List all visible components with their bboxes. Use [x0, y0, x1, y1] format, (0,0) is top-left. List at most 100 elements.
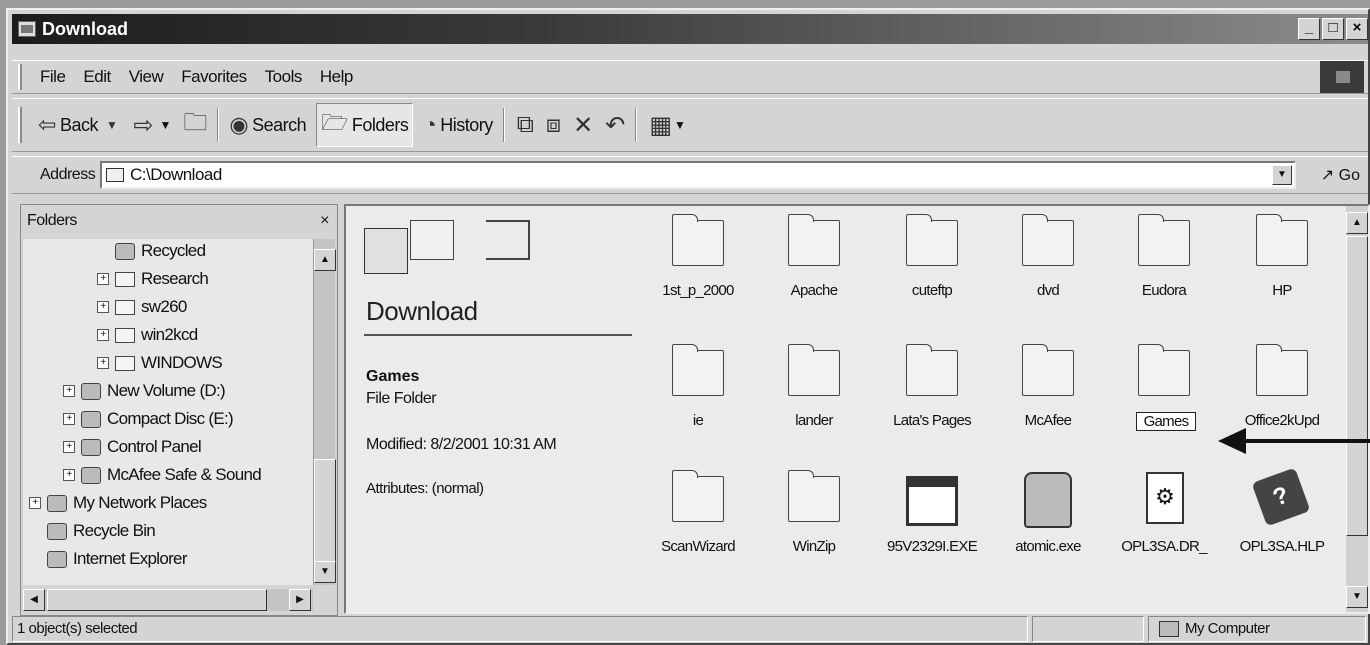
history-button[interactable]: ◔ History [423, 112, 493, 138]
tree-item[interactable]: + win2kcd [97, 325, 198, 345]
file-label[interactable]: Eudora [1108, 282, 1220, 299]
file-item[interactable]: 95V2329I.EXE [876, 468, 988, 578]
tree-item[interactable]: + Compact Disc (E:) [63, 409, 234, 429]
file-item[interactable]: Eudora [1108, 212, 1220, 322]
folder-window-icon[interactable] [18, 21, 36, 37]
minimize-button[interactable]: _ [1298, 18, 1320, 40]
maximize-button[interactable]: □ [1322, 18, 1344, 40]
file-label[interactable]: 1st_p_2000 [642, 282, 754, 299]
tree-item[interactable]: + WINDOWS [97, 353, 223, 373]
folders-button[interactable]: 🗁 Folders [316, 103, 414, 147]
tree-item[interactable]: + Control Panel [63, 437, 202, 457]
expand-icon[interactable]: + [63, 385, 75, 397]
menu-favorites[interactable]: Favorites [181, 67, 247, 87]
expand-icon[interactable]: + [63, 413, 75, 425]
file-view-scrollbar[interactable]: ▲ ▼ [1346, 206, 1368, 612]
undo-icon[interactable]: ↶ [605, 111, 625, 140]
file-item[interactable]: lander [758, 342, 870, 452]
file-item[interactable]: McAfee [992, 342, 1104, 452]
go-button[interactable]: ↗ Go [1321, 165, 1360, 185]
file-label[interactable]: dvd [992, 282, 1104, 299]
file-label[interactable]: ie [642, 412, 754, 429]
file-label[interactable]: McAfee [992, 412, 1104, 429]
delete-icon[interactable]: ✕ [573, 111, 593, 140]
file-item[interactable]: ie [642, 342, 754, 452]
menu-edit[interactable]: Edit [83, 67, 111, 87]
expand-icon[interactable]: + [63, 441, 75, 453]
search-button[interactable]: ◉ Search [229, 112, 306, 138]
file-label[interactable]: Lata's Pages [876, 412, 988, 429]
address-dropdown-icon[interactable]: ▼ [1272, 165, 1292, 185]
file-item-selected[interactable]: Games [1108, 342, 1220, 452]
tree-item[interactable]: Recycle Bin [47, 521, 156, 541]
file-item[interactable]: WinZip [758, 468, 870, 578]
file-label[interactable]: HP [1226, 282, 1338, 299]
views-dropdown-icon[interactable]: ▼ [674, 118, 686, 132]
file-label[interactable]: OPL3SA.DR_ [1108, 538, 1220, 555]
file-item[interactable]: atomic.exe [992, 468, 1104, 578]
file-label[interactable]: WinZip [758, 538, 870, 555]
scroll-up-icon[interactable]: ▲ [1346, 212, 1368, 234]
tree-item[interactable]: + Research [97, 269, 209, 289]
expand-icon[interactable]: + [29, 497, 41, 509]
file-item[interactable]: ScanWizard [642, 468, 754, 578]
file-label[interactable]: ScanWizard [642, 538, 754, 555]
back-button[interactable]: ⇦ Back ▼ [38, 112, 121, 138]
address-value[interactable]: C:\Download [130, 165, 222, 185]
folders-horizontal-scrollbar[interactable]: ◀ ▶ [23, 589, 313, 611]
file-label[interactable]: Games [1136, 412, 1196, 431]
tree-item[interactable]: Internet Explorer [47, 549, 187, 569]
folders-vertical-scrollbar[interactable]: ▲ ▼ [313, 239, 336, 585]
file-label[interactable]: atomic.exe [992, 538, 1104, 555]
menu-view[interactable]: View [129, 67, 164, 87]
file-item[interactable]: ? OPL3SA.HLP [1226, 467, 1338, 578]
tree-item[interactable]: + New Volume (D:) [63, 381, 226, 401]
file-label[interactable]: Apache [758, 282, 870, 299]
file-item[interactable]: dvd [992, 212, 1104, 322]
scroll-thumb[interactable] [47, 589, 267, 611]
forward-arrow-icon[interactable]: ⇨ [133, 111, 153, 140]
expand-icon[interactable]: + [97, 273, 109, 285]
file-label[interactable]: Office2kUpd [1226, 412, 1338, 429]
menu-help[interactable]: Help [320, 67, 353, 87]
tree-item[interactable]: + McAfee Safe & Sound [63, 465, 262, 485]
scroll-right-icon[interactable]: ▶ [289, 589, 311, 611]
expand-icon[interactable]: + [97, 357, 109, 369]
toolbar-grip[interactable] [18, 107, 22, 143]
copy-to-icon[interactable]: ⧈ [546, 111, 561, 139]
file-item[interactable]: cuteftp [876, 212, 988, 322]
menu-file[interactable]: File [40, 67, 66, 87]
file-item[interactable]: HP [1226, 212, 1338, 322]
scroll-left-icon[interactable]: ◀ [23, 589, 45, 611]
file-item[interactable]: Apache [758, 212, 870, 322]
menu-grip[interactable] [18, 64, 22, 90]
dropdown-arrow-icon[interactable]: ▼ [106, 118, 118, 132]
scroll-down-icon[interactable]: ▼ [1346, 586, 1368, 608]
file-label[interactable]: lander [758, 412, 870, 429]
address-field[interactable]: C:\Download ▼ [100, 161, 1296, 189]
up-folder-icon[interactable]: 🗀 [183, 105, 207, 146]
views-icon[interactable]: ▦ [649, 111, 672, 140]
file-label[interactable]: OPL3SA.HLP [1226, 538, 1338, 555]
scroll-thumb[interactable] [314, 459, 336, 575]
tree-item[interactable]: Recycled [115, 241, 206, 261]
tree-item[interactable]: + sw260 [97, 297, 187, 317]
forward-dropdown-icon[interactable]: ▼ [159, 118, 171, 132]
close-button[interactable]: × [1346, 18, 1368, 40]
file-label[interactable]: 95V2329I.EXE [876, 538, 988, 555]
scroll-up-icon[interactable]: ▲ [314, 249, 336, 271]
expand-icon[interactable]: + [63, 469, 75, 481]
scroll-down-icon[interactable]: ▼ [314, 561, 336, 583]
title-bar[interactable]: Download _ □ × [12, 14, 1368, 44]
file-item[interactable]: 1st_p_2000 [642, 212, 754, 322]
file-item[interactable]: ⚙ OPL3SA.DR_ [1108, 468, 1220, 578]
tree-item[interactable]: + My Network Places [29, 493, 207, 513]
menu-tools[interactable]: Tools [265, 67, 303, 87]
scroll-thumb[interactable] [1346, 236, 1368, 536]
expand-icon[interactable]: + [97, 329, 109, 341]
expand-icon[interactable]: + [97, 301, 109, 313]
file-item[interactable]: Lata's Pages [876, 342, 988, 452]
move-to-icon[interactable]: ⧉ [517, 111, 534, 139]
file-label[interactable]: cuteftp [876, 282, 988, 299]
close-folders-pane-icon[interactable]: × [320, 212, 329, 230]
